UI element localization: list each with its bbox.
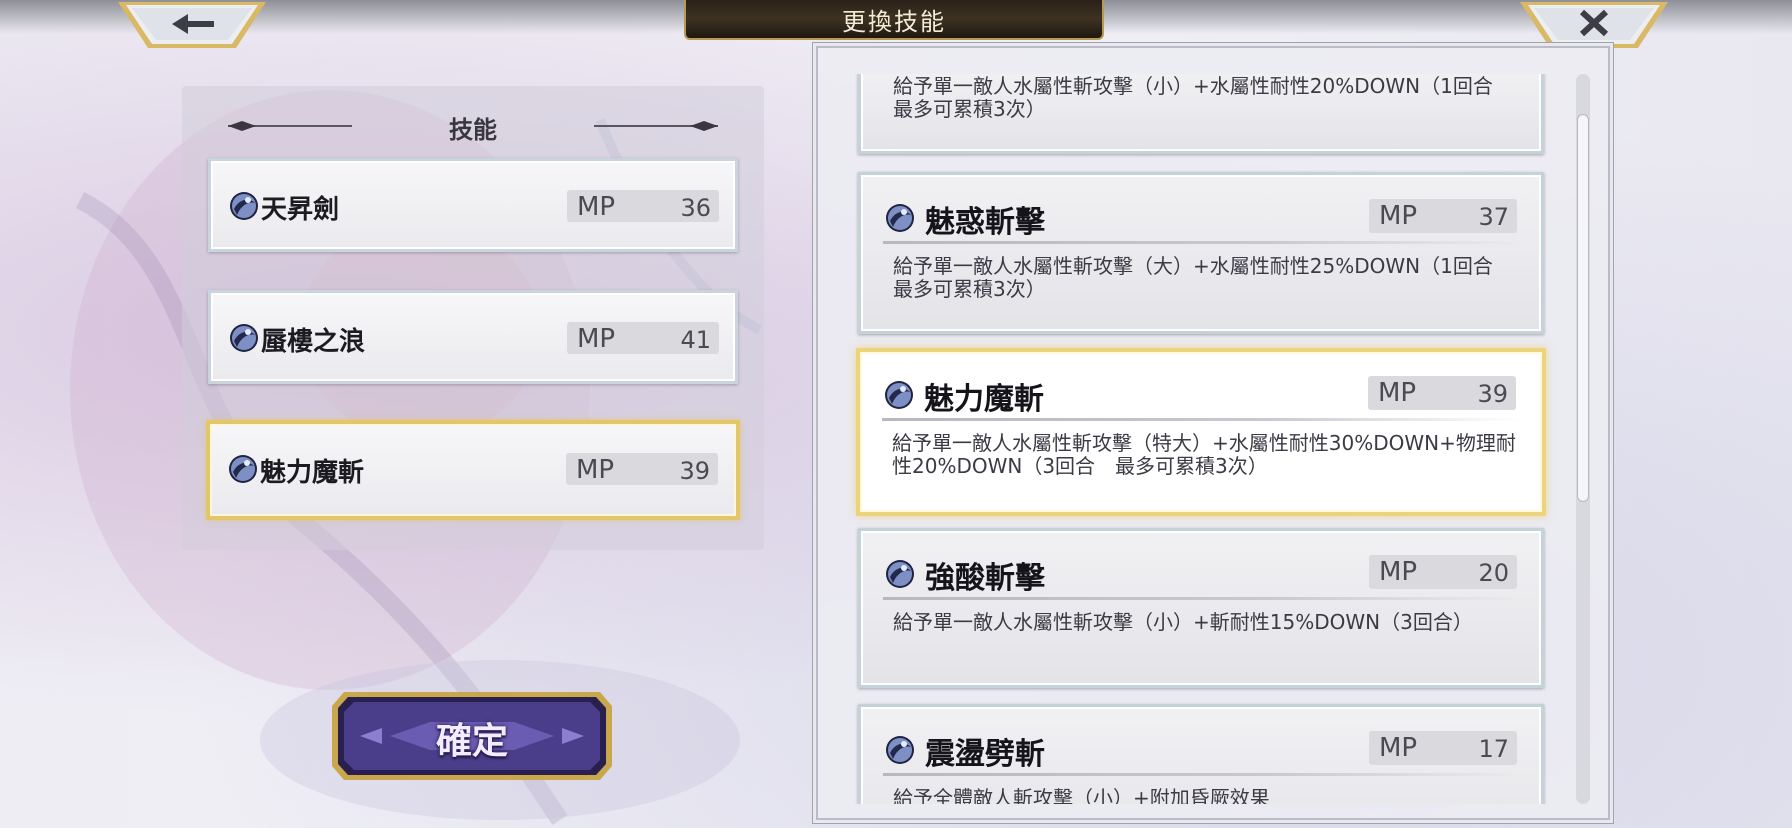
mp-label: MP [576,455,615,485]
divider [883,241,1523,244]
skill-list: 給予單一敵人水屬性斬攻擊（小）+水屬性耐性20%DOWN（1回合 最多可累積3次… [818,74,1578,804]
mp-cost: MP 41 [567,322,719,354]
mp-value: 20 [1478,559,1509,587]
mp-value: 41 [680,326,711,354]
page-title: 更換技能 [842,7,946,36]
skill-name: 魅力魔斬 [924,382,1044,417]
skill-card-4[interactable]: 震盪劈斬 MP 17 給予全體敵人斬攻擊（小）+附加昏厥效果 [858,704,1544,804]
divider [883,597,1523,600]
water-orb-icon [229,455,257,483]
mp-value: 37 [1478,203,1509,231]
mp-cost: MP 17 [1369,731,1517,765]
skill-description: 給予全體敵人斬攻擊（小）+附加昏厥效果 [893,786,1270,805]
equipped-slot-3[interactable]: 魅力魔斬 MP 39 [206,420,740,520]
equipped-skills-title: 技能 [449,115,497,144]
mp-value: 36 [680,194,711,222]
skill-name: 天昇劍 [261,195,340,225]
mp-cost: MP 39 [566,453,718,485]
mp-value: 39 [1477,380,1508,408]
confirm-button[interactable]: 確定 [330,688,614,784]
equipped-skills-header: 技能 [182,104,764,144]
equipped-slot-1[interactable]: 天昇劍 MP 36 [208,158,738,252]
title-banner: 更換技能 [684,0,1104,40]
mp-label: MP [1379,733,1418,763]
close-button[interactable] [1518,0,1670,52]
scroll-thumb[interactable] [1577,114,1589,502]
water-orb-icon [885,381,913,409]
skill-list-scrollbar[interactable] [1576,74,1590,804]
mp-label: MP [1378,378,1417,408]
skill-list-panel: 給予單一敵人水屬性斬攻擊（小）+水屬性耐性20%DOWN（1回合 最多可累積3次… [816,46,1610,820]
skill-description: 給予單一敵人水屬性斬攻擊（特大）+水屬性耐性30%DOWN+物理耐性20%DOW… [892,431,1516,478]
skill-description: 給予單一敵人水屬性斬攻擊（小）+斬耐性15%DOWN（3回合） [893,610,1473,634]
mp-cost: MP 20 [1369,555,1517,589]
mp-label: MP [1379,201,1418,231]
close-x-icon [1520,2,1668,48]
back-button[interactable] [116,0,268,52]
mp-label: MP [1379,557,1418,587]
divider [882,418,1522,421]
mp-value: 39 [679,457,710,485]
equipped-slot-2[interactable]: 蜃樓之浪 MP 41 [208,290,738,384]
water-orb-icon [886,560,914,588]
skill-name: 蜃樓之浪 [261,327,366,357]
mp-cost: MP 37 [1369,199,1517,233]
mp-label: MP [577,324,616,354]
divider [883,773,1523,776]
arrow-left-icon [118,2,266,48]
skill-description: 給予單一敵人水屬性斬攻擊（小）+水屬性耐性20%DOWN（1回合 最多可累積3次… [893,74,1513,121]
water-orb-icon [230,324,258,352]
confirm-label: 確定 [435,720,508,762]
mp-value: 17 [1478,735,1509,763]
water-orb-icon [886,736,914,764]
skill-card-3[interactable]: 強酸斬擊 MP 20 給予單一敵人水屬性斬攻擊（小）+斬耐性15%DOWN（3回… [858,528,1544,688]
skill-card-0[interactable]: 給予單一敵人水屬性斬攻擊（小）+水屬性耐性20%DOWN（1回合 最多可累積3次… [858,74,1544,154]
skill-name: 魅力魔斬 [260,458,365,488]
skill-name: 震盪劈斬 [925,737,1045,772]
mp-cost: MP 39 [1368,376,1516,410]
mp-cost: MP 36 [567,190,719,222]
water-orb-icon [230,192,258,220]
skill-name: 魅惑斬擊 [925,205,1045,240]
water-orb-icon [886,204,914,232]
skill-card-1[interactable]: 魅惑斬擊 MP 37 給予單一敵人水屬性斬攻擊（大）+水屬性耐性25%DOWN（… [858,172,1544,334]
skill-name: 強酸斬擊 [925,561,1045,596]
mp-label: MP [577,192,616,222]
skill-card-2[interactable]: 魅力魔斬 MP 39 給予單一敵人水屬性斬攻擊（特大）+水屬性耐性30%DOWN… [856,348,1546,516]
skill-description: 給予單一敵人水屬性斬攻擊（大）+水屬性耐性25%DOWN（1回合 最多可累積3次… [893,254,1513,301]
equipped-skills-panel: 技能 天昇劍 MP 36 蜃樓之浪 MP 41 魅力魔斬 MP 39 [182,86,764,550]
